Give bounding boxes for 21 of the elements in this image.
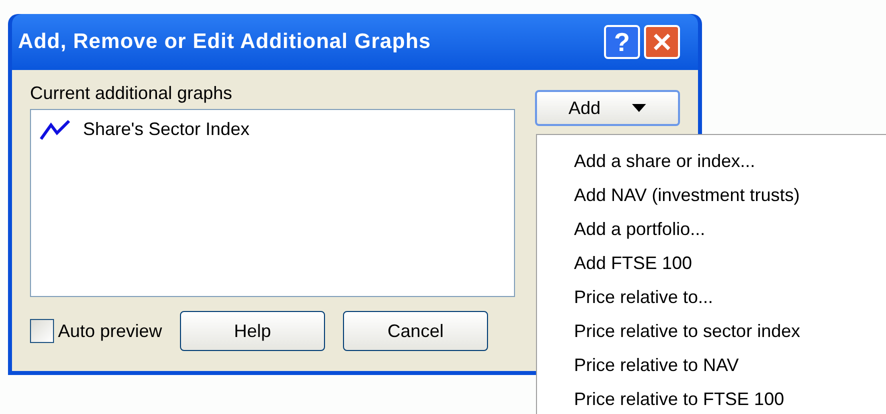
- cancel-button[interactable]: Cancel: [343, 311, 488, 351]
- menu-item[interactable]: Add NAV (investment trusts): [537, 179, 886, 213]
- menu-item[interactable]: Price relative to NAV: [537, 349, 886, 383]
- add-dropdown-button[interactable]: Add: [535, 90, 680, 126]
- menu-item[interactable]: Add a share or index...: [537, 145, 886, 179]
- auto-preview-checkbox[interactable]: [30, 319, 54, 343]
- menu-item[interactable]: Price relative to...: [537, 281, 886, 315]
- menu-item[interactable]: Price relative to sector index: [537, 315, 886, 349]
- window-title: Add, Remove or Edit Additional Graphs: [18, 29, 432, 56]
- menu-item[interactable]: Add FTSE 100: [537, 247, 886, 281]
- close-icon: [652, 32, 672, 52]
- close-button[interactable]: [644, 25, 680, 59]
- help-button[interactable]: ?: [604, 25, 640, 59]
- help-text-button[interactable]: Help: [180, 311, 326, 351]
- graph-item[interactable]: Share's Sector Index: [35, 114, 510, 145]
- menu-item[interactable]: Price relative to FTSE 100: [537, 383, 886, 414]
- caret-icon: [630, 103, 647, 113]
- menu-item[interactable]: Add a portfolio...: [537, 213, 886, 247]
- graph-name: Share's Sector Index: [83, 118, 250, 141]
- auto-preview-label: Auto preview: [58, 320, 162, 343]
- list-label: Current additional graphs: [30, 82, 234, 104]
